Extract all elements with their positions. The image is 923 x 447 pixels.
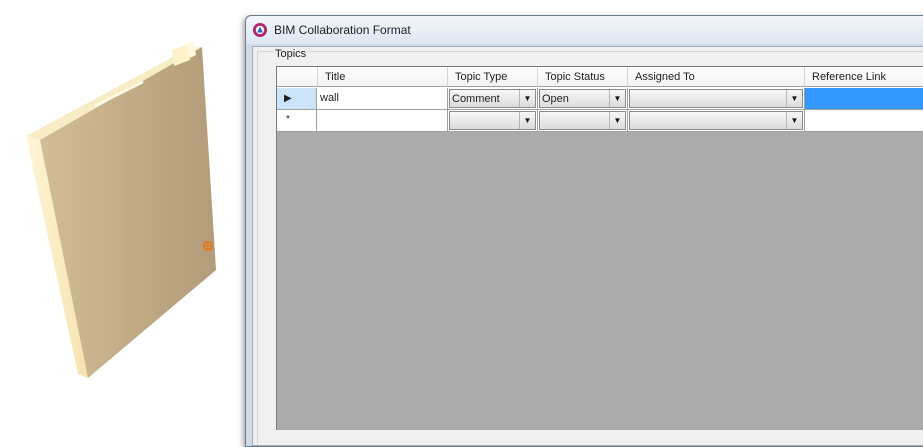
dropdown-arrow-icon[interactable]: ▼: [609, 90, 625, 107]
topic-status-combobox[interactable]: Open ▼: [539, 89, 626, 108]
column-header-reference-link[interactable]: Reference Link: [805, 67, 923, 87]
title-value: wall: [320, 92, 339, 104]
column-header-title[interactable]: Title: [318, 67, 448, 87]
title-cell[interactable]: wall: [317, 88, 448, 110]
row-header-corner[interactable]: [277, 67, 318, 87]
wall-model: [26, 42, 216, 378]
column-header-assigned-to[interactable]: Assigned To: [628, 67, 805, 87]
topic-type-cell[interactable]: ▼: [448, 110, 538, 132]
row-header-selected[interactable]: ▶: [277, 88, 317, 110]
row-header-new[interactable]: *: [277, 110, 317, 132]
dropdown-arrow-icon[interactable]: ▼: [786, 90, 802, 107]
reference-link-cell-selected[interactable]: [805, 88, 923, 110]
title-cell[interactable]: [317, 110, 448, 132]
topic-status-combobox[interactable]: ▼: [539, 111, 626, 130]
dropdown-arrow-icon[interactable]: ▼: [519, 112, 535, 129]
topic-status-cell[interactable]: ▼: [538, 110, 628, 132]
topics-group-label: Topics: [273, 48, 309, 60]
topic-type-cell[interactable]: Comment ▼: [448, 88, 538, 110]
table-row-new[interactable]: * ▼ ▼ ▼: [277, 110, 923, 132]
assigned-to-cell[interactable]: ▼: [628, 88, 805, 110]
reference-link-cell[interactable]: [805, 110, 923, 132]
topic-status-cell[interactable]: Open ▼: [538, 88, 628, 110]
table-row[interactable]: ▶ wall Comment ▼ Open ▼ ▼: [277, 88, 923, 110]
dropdown-arrow-icon[interactable]: ▼: [786, 112, 802, 129]
dropdown-arrow-icon[interactable]: ▼: [609, 112, 625, 129]
assigned-to-combobox[interactable]: ▼: [629, 111, 803, 130]
3d-viewport[interactable]: [0, 0, 250, 429]
new-row-asterisk-icon: *: [286, 114, 290, 125]
window-title: BIM Collaboration Format: [274, 23, 411, 37]
topic-status-value: Open: [542, 93, 569, 105]
topic-type-combobox[interactable]: Comment ▼: [449, 89, 536, 108]
dropdown-arrow-icon[interactable]: ▼: [519, 90, 535, 107]
title-bar[interactable]: BIM Collaboration Format: [246, 16, 923, 44]
topics-grid[interactable]: Title Topic Type Topic Status Assigned T…: [276, 66, 923, 430]
topic-type-value: Comment: [452, 93, 500, 105]
bcf-logo-icon: [253, 23, 267, 37]
assigned-to-combobox[interactable]: ▼: [629, 89, 803, 108]
current-row-arrow-icon: ▶: [284, 93, 292, 104]
column-header-topic-status[interactable]: Topic Status: [538, 67, 628, 87]
assigned-to-cell[interactable]: ▼: [628, 110, 805, 132]
topic-type-combobox[interactable]: ▼: [449, 111, 536, 130]
grid-header-row: Title Topic Type Topic Status Assigned T…: [277, 67, 923, 88]
column-header-topic-type[interactable]: Topic Type: [448, 67, 538, 87]
